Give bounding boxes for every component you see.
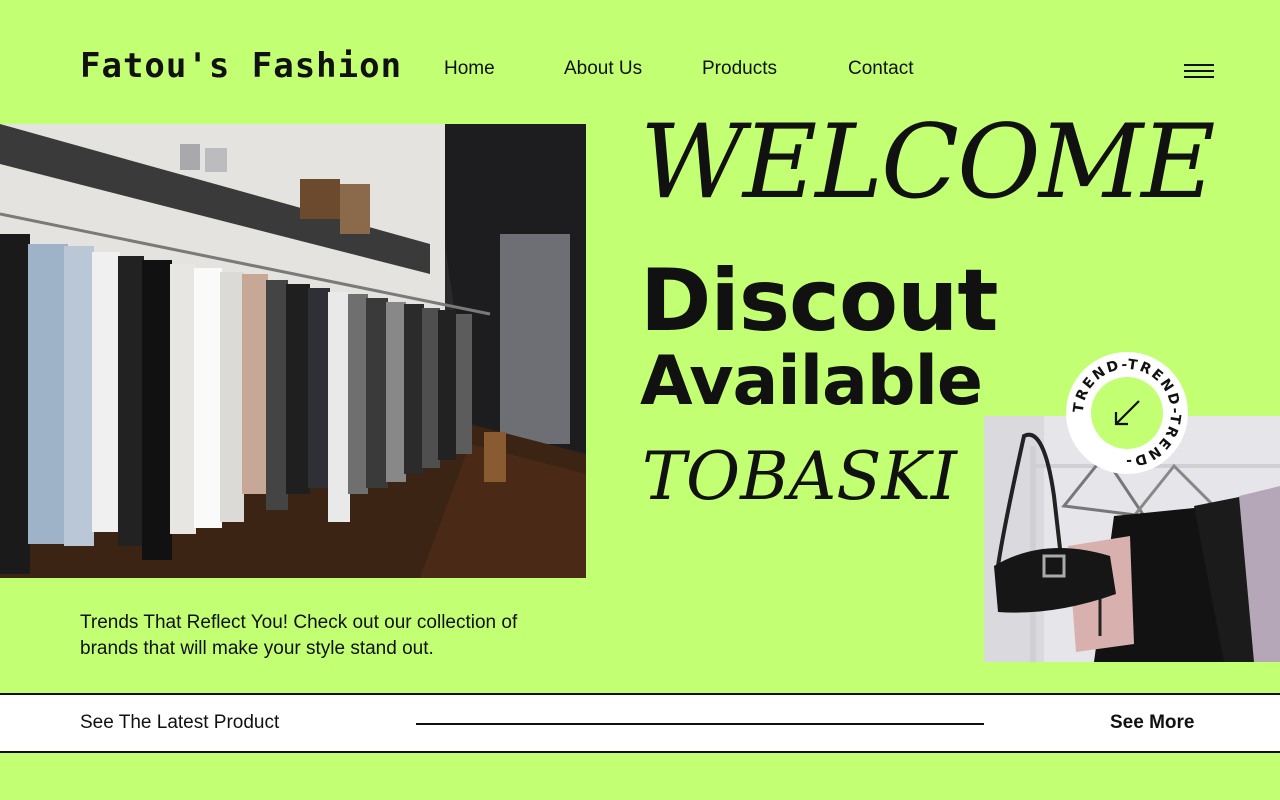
tobaski-heading: TOBASKI bbox=[642, 438, 957, 515]
hamburger-menu-icon[interactable] bbox=[1184, 62, 1216, 82]
see-more-button[interactable]: See More bbox=[1110, 712, 1194, 734]
latest-product-bar: See The Latest Product See More bbox=[0, 693, 1280, 753]
nav-products[interactable]: Products bbox=[702, 58, 777, 80]
main-nav: Home About Us Products Contact bbox=[0, 58, 1280, 82]
nav-contact[interactable]: Contact bbox=[848, 58, 913, 80]
discount-heading: Discout bbox=[640, 251, 998, 351]
latest-product-label: See The Latest Product bbox=[80, 712, 280, 733]
divider-line bbox=[416, 723, 984, 725]
available-heading: Available bbox=[640, 342, 983, 421]
tagline-text: Trends That Reflect You! Check out our c… bbox=[80, 612, 518, 659]
welcome-heading: WELCOME bbox=[640, 103, 1216, 222]
nav-home[interactable]: Home bbox=[444, 58, 495, 80]
trend-badge: TREND-TREND-TREND- bbox=[1064, 350, 1190, 476]
clothing-store-image bbox=[0, 124, 586, 578]
nav-about-us[interactable]: About Us bbox=[564, 58, 642, 80]
